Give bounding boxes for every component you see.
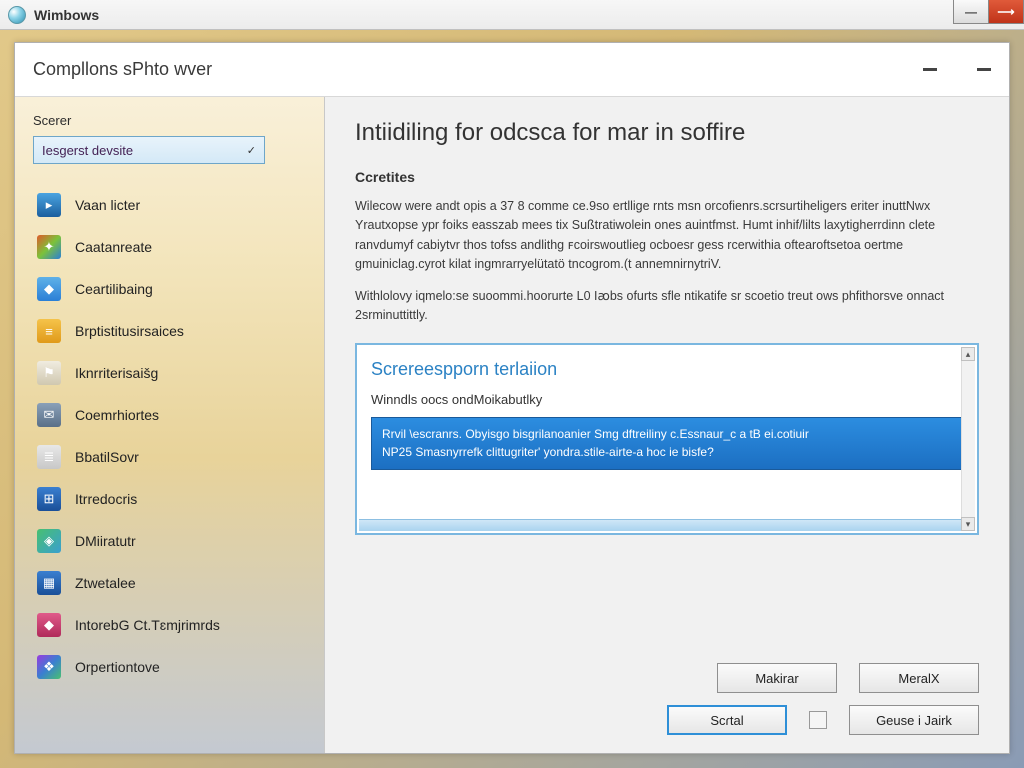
intro-paragraph-2: Withlolovy iqmelo:se suoommi.hoorurte L0… <box>355 287 979 326</box>
sidebar-item-icon: ❖ <box>37 655 61 679</box>
intro-paragraph-1: Wilecow were andt opis a 37 8 comme ce.9… <box>355 197 979 275</box>
app-window: Compllons sPhto wver Scerer Iesgerst dev… <box>14 42 1010 754</box>
scroll-down-icon[interactable]: ▾ <box>961 517 975 531</box>
sidebar-item-label: DMiiratutr <box>75 533 136 549</box>
os-titlebar: Wimbows — ⟶ <box>0 0 1024 30</box>
sidebar-item-icon: ⊞ <box>37 487 61 511</box>
sidebar-item-4[interactable]: ⚑ Iknrriterisaišg <box>33 352 306 394</box>
sidebar-item-5[interactable]: ✉ Coemrhiortes <box>33 394 306 436</box>
panel-selected-item[interactable]: Rrvil \escranrs. Obyisgo bisgrilanoanier… <box>371 417 963 470</box>
sidebar-item-icon: ◈ <box>37 529 61 553</box>
sidebar-item-icon: ⚑ <box>37 361 61 385</box>
window-title: Compllons sPhto wver <box>33 59 212 80</box>
sidebar-item-label: Caatanreate <box>75 239 152 255</box>
sidebar-item-icon: ▸ <box>37 193 61 217</box>
sidebar-item-8[interactable]: ◈ DMiiratutr <box>33 520 306 562</box>
sidebar-section-label: Scerer <box>33 113 306 128</box>
sidebar-item-label: IntorebG Ct.Tɛmjrimrds <box>75 617 220 633</box>
titlebar-close-button[interactable]: ⟶ <box>988 0 1024 24</box>
panel-scrollbar[interactable] <box>961 347 975 531</box>
sidebar: Scerer Iesgerst devsite ✓ ▸ Vaan licter ✦ C… <box>15 97 325 753</box>
panel-line: Winndls oocs ondMoikabutlky <box>371 392 963 407</box>
sidebar-item-icon: ✦ <box>37 235 61 259</box>
sidebar-item-icon: ◆ <box>37 277 61 301</box>
sidebar-item-label: Orpertiontove <box>75 659 160 675</box>
category-select[interactable]: Iesgerst devsite ✓ <box>33 136 265 164</box>
chevron-down-icon: ✓ <box>247 144 256 157</box>
sidebar-item-3[interactable]: ≡ Brptistitusirsaices <box>33 310 306 352</box>
sidebar-item-label: Itrredocris <box>75 491 137 507</box>
start-orb-icon <box>8 6 26 24</box>
sidebar-item-label: Ceartilibaing <box>75 281 153 297</box>
sidebar-item-label: Vaan licter <box>75 197 140 213</box>
window-header: Compllons sPhto wver <box>15 43 1009 97</box>
sidebar-item-label: Ztwetalee <box>75 575 136 591</box>
panel-bottom-scrollbar[interactable] <box>359 519 961 531</box>
scroll-up-icon[interactable]: ▴ <box>961 347 975 361</box>
sidebar-item-label: BbatilSovr <box>75 449 139 465</box>
sidebar-item-icon: ✉ <box>37 403 61 427</box>
sidebar-item-7[interactable]: ⊞ Itrredocris <box>33 478 306 520</box>
sidebar-item-label: Coemrhiortes <box>75 407 159 423</box>
sidebar-item-11[interactable]: ❖ Orpertiontove <box>33 646 306 688</box>
sidebar-item-icon: ≣ <box>37 445 61 469</box>
window-minimize-button[interactable] <box>923 68 937 71</box>
info-panel: Screreespporn terlaiion Winndls oocs ond… <box>355 343 979 535</box>
serial-button[interactable]: Scɾtal <box>667 705 787 735</box>
menax-button[interactable]: MeralX <box>859 663 979 693</box>
sidebar-item-1[interactable]: ✦ Caatanreate <box>33 226 306 268</box>
page-subheading: Ccretites <box>355 169 979 185</box>
window-maximize-button[interactable] <box>977 68 991 71</box>
confirm-checkbox[interactable] <box>809 711 827 729</box>
sidebar-item-9[interactable]: ▦ Ztwetalee <box>33 562 306 604</box>
sidebar-item-0[interactable]: ▸ Vaan licter <box>33 184 306 226</box>
panel-title: Screreespporn terlaiion <box>371 359 963 380</box>
sidebar-item-label: Iknrriterisaišg <box>75 365 158 381</box>
sidebar-item-6[interactable]: ≣ BbatilSovr <box>33 436 306 478</box>
page-heading: Intiidiling for odcsca for mar in soffir… <box>355 119 979 147</box>
sidebar-item-10[interactable]: ◆ IntorebG Ct.Tɛmjrimrds <box>33 604 306 646</box>
sidebar-item-label: Brptistitusirsaices <box>75 323 184 339</box>
maker-button[interactable]: Makirar <box>717 663 837 693</box>
titlebar-minimize-button[interactable]: — <box>953 0 989 24</box>
main-content: Intiidiling for odcsca for mar in soffir… <box>325 97 1009 753</box>
cancel-button[interactable]: Geuse i Jairk <box>849 705 979 735</box>
sidebar-item-icon: ▦ <box>37 571 61 595</box>
sidebar-item-2[interactable]: ◆ Ceartilibaing <box>33 268 306 310</box>
sidebar-item-icon: ≡ <box>37 319 61 343</box>
category-select-value: Iesgerst devsite <box>42 143 133 158</box>
os-title: Wimbows <box>34 7 99 23</box>
sidebar-item-icon: ◆ <box>37 613 61 637</box>
